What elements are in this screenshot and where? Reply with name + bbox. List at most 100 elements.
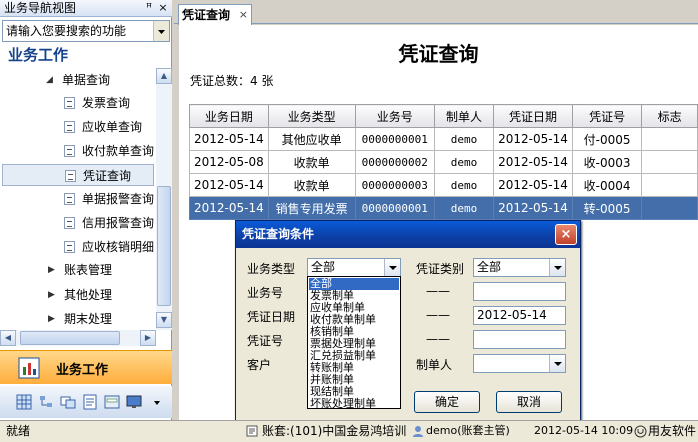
column-header[interactable]: 凭证日期	[493, 104, 573, 128]
column-header[interactable]: 制单人	[433, 104, 495, 128]
nav-tree-item[interactable]: ▶ 期末处理	[0, 308, 156, 328]
dropdown-option[interactable]: 坏账处理制单	[309, 398, 399, 409]
label-voucher-category: 凭证类别	[416, 262, 465, 276]
nav-tree-label: 应收核销明细	[82, 240, 155, 254]
report-icon[interactable]	[82, 394, 98, 410]
table-cell: 转-0005	[571, 196, 643, 220]
chevron-down-icon[interactable]	[549, 355, 565, 372]
scroll-right-button[interactable]: ▶	[140, 330, 156, 346]
table-cell: 2012-05-14	[189, 196, 269, 220]
page-title: 凭证查询	[398, 42, 479, 66]
business-work-label: 业务工作	[56, 363, 109, 378]
chart-icon	[18, 357, 40, 379]
label-biz-no: 业务号	[247, 286, 284, 300]
table-cell: 2012-05-14	[189, 127, 269, 151]
chevron-down-icon[interactable]	[384, 259, 400, 276]
search-placeholder: 请输入您要搜索的功能	[6, 24, 127, 38]
nav-tree-label: 单据查询	[62, 73, 111, 87]
nav-tree-item[interactable]: ◢ 单据查询	[0, 69, 156, 91]
table-cell: 2012-05-14	[493, 150, 573, 174]
tab-close-icon[interactable]: ×	[239, 5, 248, 25]
biz-no-to-input[interactable]	[473, 282, 566, 301]
tab-voucher-query[interactable]: 凭证查询 ×	[178, 4, 252, 25]
nav-tree-label: 单据报警查询	[82, 192, 155, 206]
status-ready: 就绪	[6, 424, 31, 438]
nav-tree-item[interactable]: 信用报警查询	[2, 212, 154, 234]
nav-tree-label: 应收单查询	[82, 120, 143, 134]
cancel-button[interactable]: 取消	[496, 391, 562, 413]
horizontal-scroll-thumb[interactable]	[20, 331, 120, 345]
form-icon[interactable]	[104, 394, 120, 410]
column-header[interactable]: 业务类型	[267, 104, 356, 128]
voucher-date-to-input[interactable]: 2012-05-14	[473, 306, 566, 325]
nav-tree-item[interactable]: ▶ 其他处理	[0, 284, 156, 306]
grid-icon[interactable]	[16, 394, 32, 410]
date-to-value: 2012-05-14	[477, 308, 547, 322]
document-icon	[65, 170, 76, 182]
status-bar: 就绪 账套:(101)中国金易鸿培训 demo(账套主管) 2012-05-14…	[0, 420, 698, 442]
table-cell	[641, 196, 698, 220]
table-row[interactable]: 2012-05-14 其他应收单 0000000001 demo 2012-05-14 付…	[189, 127, 698, 151]
voucher-no-to-input[interactable]	[473, 330, 566, 349]
scroll-down-button[interactable]: ▼	[156, 312, 172, 328]
table-row[interactable]: 2012-05-14 销售专用发票 0000000001 demo 2012-05-14…	[189, 196, 698, 220]
column-header[interactable]: 标志	[641, 104, 698, 128]
label-voucher-date: 凭证日期	[247, 310, 296, 324]
table-cell: 2012-05-14	[493, 196, 573, 220]
nav-tree-item[interactable]: 发票查询	[2, 92, 154, 114]
expand-arrow-icon[interactable]: ▶	[48, 308, 58, 328]
table-cell: demo	[433, 196, 495, 220]
nav-tree-item[interactable]: 单据报警查询	[2, 188, 154, 210]
nav-tree-item[interactable]: 收付款单查询	[2, 140, 154, 162]
column-header[interactable]: 业务号	[354, 104, 435, 128]
vertical-scroll-thumb[interactable]	[157, 186, 171, 306]
nav-tree-item[interactable]: ▶ 账表管理	[0, 259, 156, 281]
tree-icon[interactable]	[38, 394, 54, 410]
maker-select[interactable]	[473, 354, 566, 373]
user-icon	[412, 425, 424, 437]
table-row[interactable]: 2012-05-14 收款单 0000000003 demo 2012-05-14 收-0…	[189, 173, 698, 197]
voucher-table: 业务日期 业务类型 业务号 制单人 凭证日期 凭证号 标志 2012-05-14 其他应收单 0…	[189, 104, 698, 220]
table-cell: 0000000002	[354, 150, 435, 174]
query-condition-dialog: 凭证查询条件 × 业务类型 全部 凭证类别 全部 业务号 —— 凭证日期 —— …	[235, 220, 581, 422]
function-search-input[interactable]: 请输入您要搜索的功能	[2, 20, 170, 42]
search-dropdown-button[interactable]	[153, 21, 169, 41]
ok-button[interactable]: 确定	[414, 391, 480, 413]
table-cell	[641, 150, 698, 174]
nav-tree-label: 凭证查询	[83, 169, 132, 183]
collapse-arrow-icon[interactable]: ◢	[46, 69, 56, 91]
tab-strip	[174, 0, 698, 24]
column-header[interactable]: 业务日期	[189, 104, 269, 128]
column-header[interactable]: 凭证号	[571, 104, 643, 128]
document-icon	[64, 145, 75, 157]
scroll-up-button[interactable]: ▲	[156, 68, 172, 84]
nav-tree-item[interactable]: 凭证查询	[2, 164, 154, 186]
expand-arrow-icon[interactable]: ▶	[48, 259, 58, 281]
pin-button[interactable]: ꟸ	[143, 1, 155, 15]
expand-arrow-icon[interactable]: ▶	[48, 284, 58, 306]
nav-tree-label: 发票查询	[82, 96, 131, 110]
biz-type-select[interactable]: 全部	[307, 258, 401, 277]
account-icon	[246, 425, 258, 437]
label-customer: 客户	[247, 358, 272, 372]
label-maker: 制单人	[416, 358, 453, 372]
more-arrow-icon[interactable]	[152, 394, 162, 410]
table-cell: 0000000001	[354, 196, 435, 220]
nav-tree-item[interactable]: 应收核销明细	[2, 236, 154, 258]
nav-vertical-scrollbar[interactable]: ▲ ▼	[156, 68, 172, 330]
chevron-down-icon[interactable]	[549, 259, 565, 276]
windows-icon[interactable]	[60, 394, 76, 410]
monitor-icon[interactable]	[126, 394, 142, 410]
nav-horizontal-scrollbar[interactable]: ◀ ▶	[0, 330, 156, 346]
table-cell: 收-0004	[571, 173, 643, 197]
table-row[interactable]: 2012-05-08 收款单 0000000002 demo 2012-05-14 收-0…	[189, 150, 698, 174]
nav-tree-item[interactable]: 应收单查询	[2, 116, 154, 138]
voucher-category-select[interactable]: 全部	[473, 258, 566, 277]
nav-tree-label: 期末处理	[64, 312, 113, 326]
tab-label: 凭证查询	[182, 8, 231, 22]
scroll-left-button[interactable]: ◀	[0, 330, 16, 346]
dialog-close-button[interactable]: ×	[555, 224, 577, 245]
business-work-bar[interactable]: 业务工作	[0, 350, 172, 384]
voucher-category-value: 全部	[477, 260, 502, 274]
nav-close-button[interactable]: ×	[157, 1, 169, 15]
